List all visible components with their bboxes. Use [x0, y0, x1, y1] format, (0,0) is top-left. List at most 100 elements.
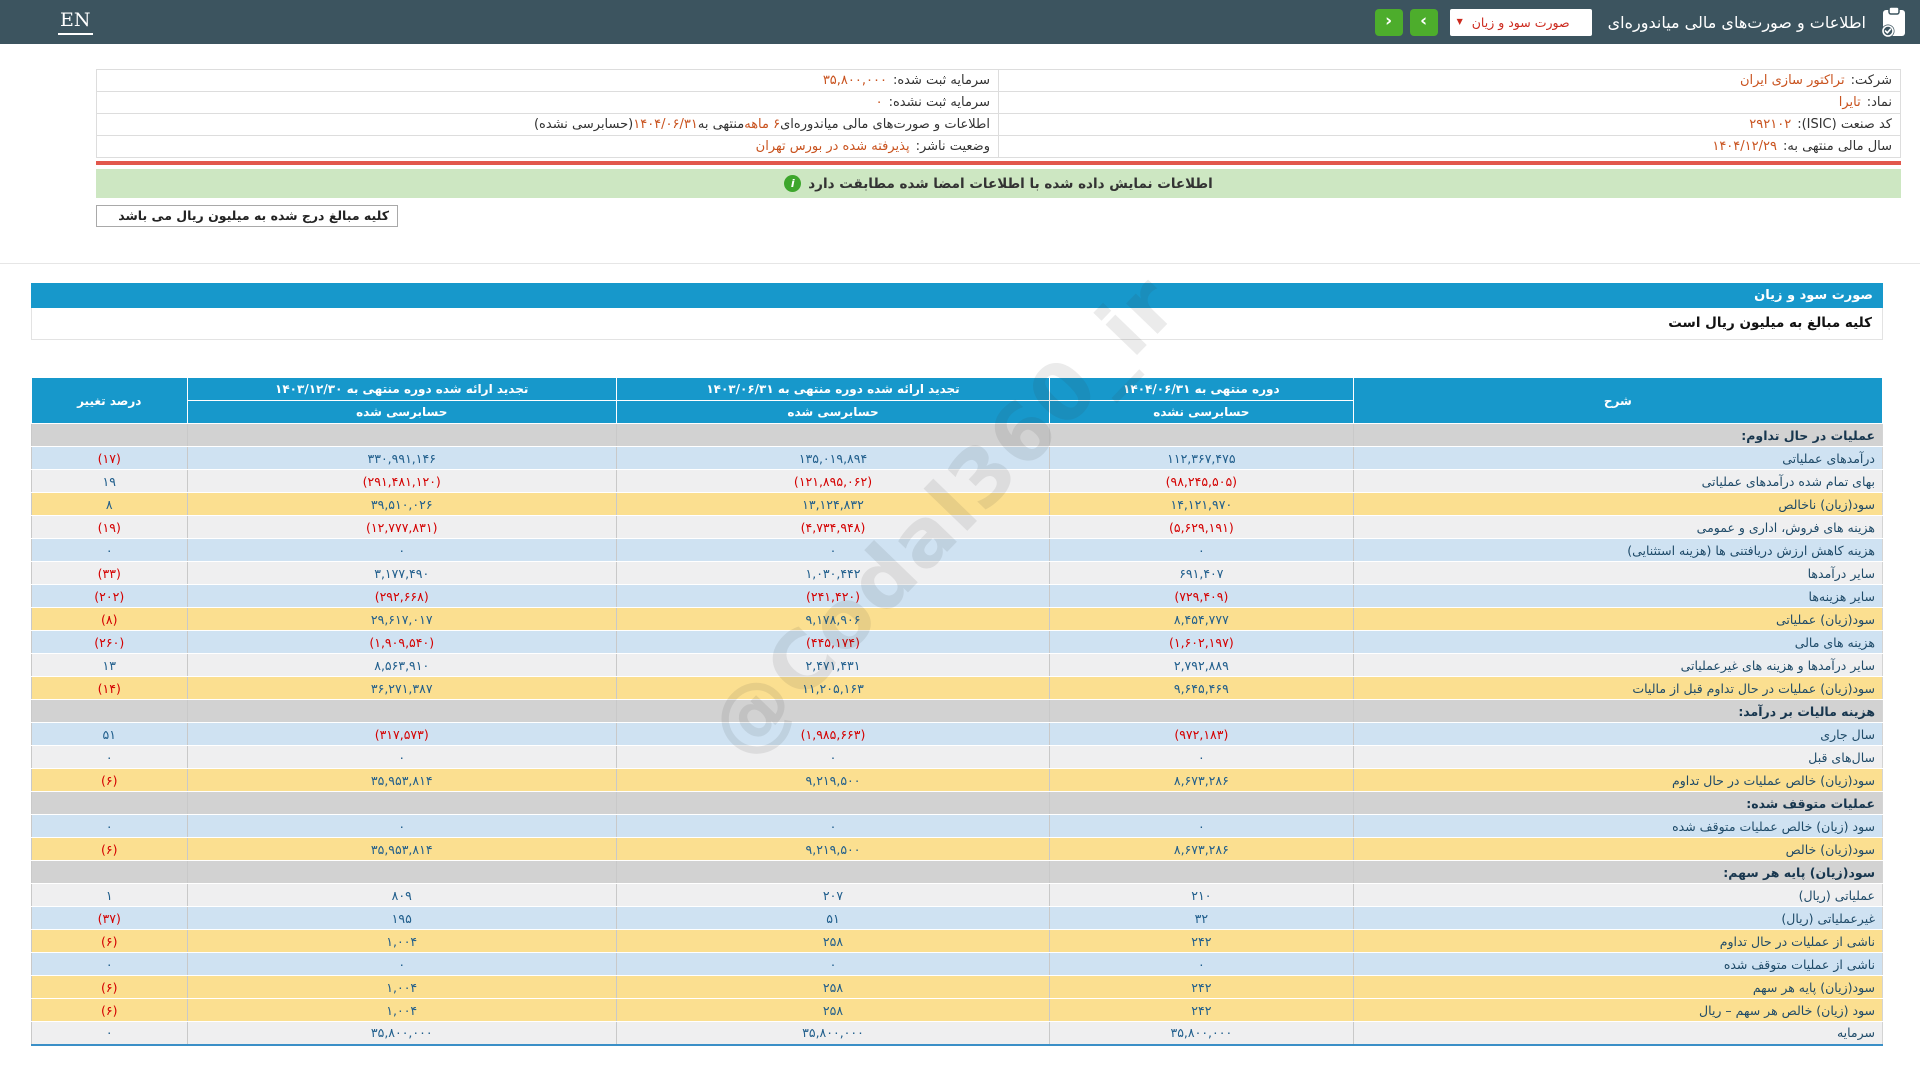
info-value: پذیرفته شده در بورس تهران — [755, 139, 910, 154]
info-label: شرکت: — [1850, 73, 1892, 88]
info-text-segment: ۶ ماهه — [744, 117, 781, 132]
restated-period-value: ۲۰۷ — [615, 883, 1050, 907]
restated-year-value: ۳۹,۵۱۰,۰۲۶ — [186, 492, 617, 516]
subheader-current-audit-status: حسابرسی نشده — [1049, 400, 1354, 424]
description-cell: سود (زیان) خالص عملیات متوقف شده — [1352, 814, 1883, 838]
percent-change-value: (۳۳) — [31, 561, 188, 585]
table-row: سال جاری (۹۷۲,۱۸۳) (۱,۹۸۵,۶۶۳) (۳۱۷,۵۷۳) ۵۱ — [31, 722, 1883, 746]
table-row: سود(زیان) عملیات در حال تداوم قبل از مال… — [31, 676, 1883, 700]
table-row: سود(زیان) خالص عملیات در حال تداوم ۸,۶۷۳,… — [31, 768, 1883, 792]
description-cell: ناشی از عملیات در حال تداوم — [1352, 929, 1883, 953]
percent-change-value: (۲۰۲) — [31, 584, 188, 608]
current-period-value: ۰ — [1049, 952, 1354, 976]
percent-change-value: (۱۷) — [31, 446, 188, 470]
table-row: درآمدهای عملیاتی ۱۱۲,۳۶۷,۴۷۵ ۱۳۵,۰۱۹,۸۹۴ ۳۳… — [31, 446, 1883, 470]
restated-period-value: (۴۴۵,۱۷۴) — [615, 630, 1050, 654]
current-period-value: ۲۱۰ — [1049, 883, 1354, 907]
info-label: سرمایه ثبت نشده: — [888, 95, 990, 110]
restated-period-value: (۱,۹۸۵,۶۶۳) — [615, 722, 1050, 746]
info-label: سال مالی منتهی به: — [1782, 139, 1892, 154]
description-cell: سود(زیان) خالص عملیات در حال تداوم — [1352, 768, 1883, 792]
restated-period-value: ۲,۴۷۱,۴۳۱ — [615, 653, 1050, 677]
description-cell: سایر هزینه‌ها — [1352, 584, 1883, 608]
info-value: ۲۹۲۱۰۲ — [1749, 117, 1792, 132]
percent-change-value: (۶) — [31, 975, 188, 999]
current-period-value: ۳۲ — [1049, 906, 1354, 930]
percent-change-value: ۸ — [31, 492, 188, 516]
info-text-segment: ۱۴۰۴/۰۶/۳۱ — [633, 117, 698, 132]
current-period-value: ۸,۶۷۳,۲۸۶ — [1049, 837, 1354, 861]
info-row: سال مالی منتهی به: ۱۴۰۴/۱۲/۲۹ وضعیت ناشر: پ… — [97, 136, 1900, 158]
table-row: عملیاتی (ریال) ۲۱۰ ۲۰۷ ۸۰۹ ۱ — [31, 883, 1883, 907]
restated-year-value — [186, 791, 617, 815]
section-divider — [0, 263, 1920, 264]
table-row: سایر هزینه‌ها (۷۲۹,۴۰۹) (۲۴۱,۴۲۰) (۲۹۲,۶۶۸)… — [31, 584, 1883, 608]
current-period-value: ۱۱۲,۳۶۷,۴۷۵ — [1049, 446, 1354, 470]
section-row: سود(زیان) پایه هر سهم: — [31, 860, 1883, 884]
info-text-segment: (حسابرسی نشده) — [533, 117, 634, 132]
table-row: سایر درآمدها و هزینه های غیرعملیاتی ۲,۷۹۲… — [31, 653, 1883, 677]
red-separator — [96, 161, 1901, 165]
info-row: شرکت: تراکتور سازی ایران سرمایه ثبت شده: ۳۵… — [97, 70, 1900, 92]
restated-period-value — [615, 791, 1050, 815]
percent-change-value: (۳۷) — [31, 906, 188, 930]
section-row: عملیات در حال تداوم: — [31, 423, 1883, 447]
restated-year-value: (۱,۹۰۹,۵۴۰) — [186, 630, 617, 654]
subheader-restated-period-audit-status: حسابرسی شده — [615, 400, 1051, 424]
description-cell: سود(زیان) عملیاتی — [1352, 607, 1883, 631]
info-value: تراکتور سازی ایران — [1739, 73, 1845, 88]
restated-year-value: ۸,۵۶۳,۹۱۰ — [186, 653, 617, 677]
restated-year-value: (۱۲,۷۷۷,۸۳۱) — [186, 515, 617, 539]
percent-change-value — [31, 423, 188, 447]
current-period-value: ۹,۶۴۵,۴۶۹ — [1049, 676, 1354, 700]
statement-section: صورت سود و زیان کلیه مبالغ به میلیون ریا… — [31, 283, 1884, 1046]
restated-year-value: ۰ — [186, 745, 617, 769]
current-period-value — [1049, 699, 1354, 723]
restated-period-value: ۰ — [615, 745, 1050, 769]
restated-period-value: ۱۳۵,۰۱۹,۸۹۴ — [615, 446, 1050, 470]
description-cell: ناشی از عملیات متوقف شده — [1352, 952, 1883, 976]
info-value: ۰ — [875, 95, 883, 110]
restated-period-value: ۹,۲۱۹,۵۰۰ — [615, 768, 1050, 792]
restated-year-value — [186, 699, 617, 723]
info-text-segment: منتهی به — [697, 117, 745, 132]
info-value: ۳۵,۸۰۰,۰۰۰ — [822, 73, 887, 88]
column-header-restated-period: تجدید ارائه شده دوره منتهی به ۱۴۰۳/۰۶/۳۱ — [615, 377, 1051, 401]
signed-info-text: اطلاعات نمایش داده شده با اطلاعات امضا ش… — [808, 175, 1213, 192]
description-cell: سود(زیان) خالص — [1352, 837, 1883, 861]
prev-statement-button[interactable]: ‹ — [1374, 8, 1403, 36]
info-label: کد صنعت (ISIC): — [1797, 117, 1892, 132]
table-row: سرمایه ۳۵,۸۰۰,۰۰۰ ۳۵,۸۰۰,۰۰۰ ۳۵,۸۰۰,۰۰۰ ۰ — [31, 1021, 1883, 1046]
language-en-link[interactable]: EN — [58, 9, 93, 35]
restated-period-value: ۳۵,۸۰۰,۰۰۰ — [615, 1021, 1050, 1046]
current-period-value — [1049, 860, 1354, 884]
description-cell: سایر درآمدها و هزینه های غیرعملیاتی — [1352, 653, 1883, 677]
restated-period-value: (۲۴۱,۴۲۰) — [615, 584, 1050, 608]
current-period-value: ۳۵,۸۰۰,۰۰۰ — [1049, 1021, 1354, 1046]
percent-change-value: (۶) — [31, 929, 188, 953]
current-period-value: (۹۸,۲۴۵,۵۰۵) — [1049, 469, 1354, 493]
percent-change-value — [31, 699, 188, 723]
subheader-restated-year-audit-status: حسابرسی شده — [186, 400, 617, 424]
info-row: کد صنعت (ISIC): ۲۹۲۱۰۲ اطلاعات و صورت‌های … — [97, 114, 1900, 136]
current-period-value: ۶۹۱,۴۰۷ — [1049, 561, 1354, 585]
percent-change-value: ۰ — [31, 1021, 188, 1046]
description-cell: سال جاری — [1352, 722, 1883, 746]
percent-change-value — [31, 791, 188, 815]
info-text-segment: اطلاعات و صورت‌های مالی میاندوره‌ای — [780, 117, 990, 132]
next-statement-button[interactable]: › — [1409, 8, 1438, 36]
current-period-value: (۷۲۹,۴۰۹) — [1049, 584, 1354, 608]
info-cell: سال مالی منتهی به: ۱۴۰۴/۱۲/۲۹ — [998, 136, 1900, 157]
info-label: نماد: — [1866, 95, 1892, 110]
description-cell: هزینه کاهش ارزش دریافتنی ها (هزینه استثن… — [1352, 538, 1883, 562]
restated-period-value: ۲۵۸ — [615, 929, 1050, 953]
restated-period-value: ۱۳,۱۲۴,۸۳۲ — [615, 492, 1050, 516]
description-cell: سود(زیان) عملیات در حال تداوم قبل از مال… — [1352, 676, 1883, 700]
restated-period-value: ۱,۰۳۰,۴۴۲ — [615, 561, 1050, 585]
restated-year-value: ۰ — [186, 952, 617, 976]
info-cell: شرکت: تراکتور سازی ایران — [998, 70, 1900, 91]
percent-change-value: (۱۴) — [31, 676, 188, 700]
restated-year-value: ۳۵,۹۵۳,۸۱۴ — [186, 768, 617, 792]
statement-type-dropdown[interactable]: صورت سود و زیان ▼ — [1449, 8, 1592, 36]
current-period-value: ۸,۴۵۴,۷۷۷ — [1049, 607, 1354, 631]
